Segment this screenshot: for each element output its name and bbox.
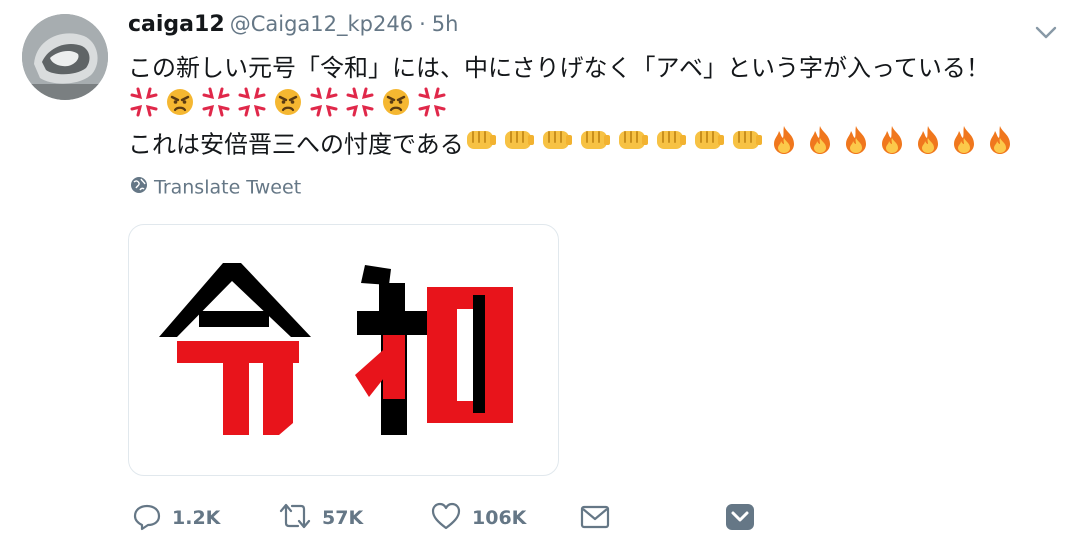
fire-icon	[912, 124, 944, 167]
tweet-line-1: この新しい元号「令和」には、中にさりげなく「アベ」という字が入っている！	[128, 54, 990, 82]
fist-icon	[692, 125, 726, 166]
tweet-line-2	[128, 87, 1068, 124]
fist-icon	[464, 125, 498, 166]
chevron-down-icon[interactable]	[1032, 18, 1060, 46]
anger-symbol-icon	[236, 87, 268, 128]
fist-icon	[730, 125, 764, 166]
retweet-icon	[278, 501, 312, 535]
fire-icon	[768, 124, 800, 167]
bookmark-icon[interactable]	[724, 502, 756, 536]
reply-button[interactable]: 1.2K	[132, 500, 220, 536]
tweet-actions: 1.2K 57K 106K	[0, 500, 1080, 540]
anger-symbol-icon	[200, 87, 232, 128]
emoji-row-fists-fire	[464, 124, 1020, 167]
tweet-header: caiga12 @Caiga12_kp246 · 5h	[128, 12, 458, 42]
display-name[interactable]: caiga12	[128, 12, 225, 37]
fire-icon	[876, 124, 908, 167]
media-image-card[interactable]	[128, 224, 559, 476]
avatar[interactable]	[22, 14, 108, 100]
envelope-icon[interactable]	[580, 504, 610, 534]
retweet-count: 57K	[322, 507, 364, 529]
angry-face-icon	[380, 87, 412, 128]
reiwa-image	[159, 263, 513, 435]
anger-symbol-icon	[344, 87, 376, 128]
fire-icon	[948, 124, 980, 167]
anger-symbol-icon	[308, 87, 340, 128]
anger-symbol-icon	[128, 87, 160, 128]
separator-dot: ·	[419, 12, 426, 36]
translate-tweet-link[interactable]: Translate Tweet	[130, 176, 301, 200]
fist-icon	[502, 125, 536, 166]
fist-icon	[540, 125, 574, 166]
reply-icon	[132, 501, 162, 535]
tweet-text: この新しい元号「令和」には、中にさりげなく「アベ」という字が入っている！ これは…	[128, 50, 1068, 161]
heart-icon	[430, 501, 462, 535]
char-wa	[355, 265, 513, 435]
reply-count: 1.2K	[172, 507, 221, 529]
tweet-line-3-text: これは安倍晋三への忖度である	[128, 130, 464, 159]
angry-face-icon	[164, 87, 196, 128]
tweet-line-3: これは安倍晋三への忖度である	[128, 124, 1068, 161]
globe-icon	[130, 176, 148, 199]
translate-label: Translate Tweet	[154, 176, 302, 199]
retweet-button[interactable]: 57K	[278, 500, 363, 536]
avatar-image	[22, 14, 108, 100]
timestamp[interactable]: 5h	[432, 12, 459, 36]
fist-icon	[578, 125, 612, 166]
fist-icon	[654, 125, 688, 166]
anger-symbol-icon	[416, 87, 448, 128]
fire-icon	[984, 124, 1016, 167]
fire-icon	[840, 124, 872, 167]
like-button[interactable]: 106K	[430, 500, 526, 536]
user-handle[interactable]: @Caiga12_kp246	[230, 12, 413, 36]
fire-icon	[804, 124, 836, 167]
angry-face-icon	[272, 87, 304, 128]
char-rei	[159, 263, 311, 435]
fist-icon	[616, 125, 650, 166]
emoji-row-anger	[128, 87, 452, 128]
like-count: 106K	[472, 507, 527, 529]
